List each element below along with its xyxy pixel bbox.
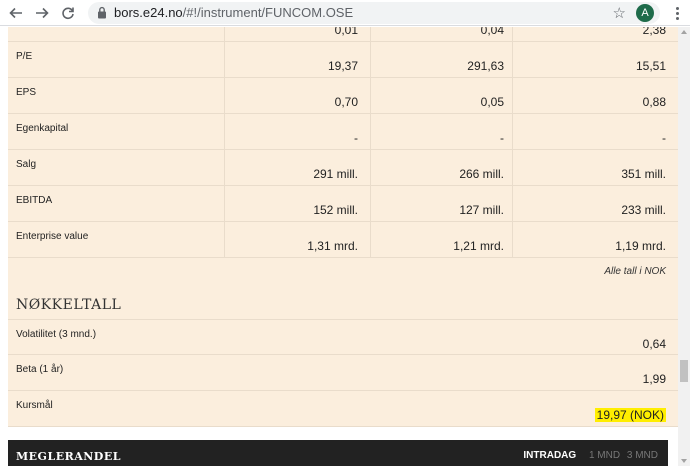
cell-value: 291,63 — [467, 59, 504, 73]
table-row-salg: Salg 291 mill. 266 mill. 351 mill. — [8, 150, 678, 186]
address-bar[interactable]: bors.e24.no/#!/instrument/FUNCOM.OSE ☆ A — [88, 2, 660, 24]
cell-value: 1,99 — [642, 372, 666, 386]
cell-value: 0,05 — [480, 95, 504, 109]
table-row-beta: Beta (1 år) 1,99 — [8, 355, 678, 391]
cell-value: 0,64 — [642, 337, 666, 351]
scroll-down-arrow-icon[interactable] — [681, 459, 687, 463]
tab-intradag[interactable]: INTRADAG — [523, 450, 576, 461]
table-row-enterprise-value: Enterprise value 1,31 mrd. 1,21 mrd. 1,1… — [8, 222, 678, 258]
row-label: Volatilitet (3 mnd.) — [16, 329, 97, 340]
cell-value: 1,31 mrd. — [307, 239, 358, 253]
cell-value: 1,19 mrd. — [615, 239, 666, 253]
cell-value: 19,37 — [327, 59, 358, 73]
meglerandel-header: MEGLERANDEL INTRADAG 1 MND 3 MND — [8, 440, 668, 466]
table-row-pe: P/E 19,37 291,63 15,51 — [8, 42, 678, 78]
row-label: Beta (1 år) — [16, 364, 64, 375]
cell-value: 266 mill. — [459, 167, 504, 181]
table-row-eps: EPS 0,70 0,05 0,88 — [8, 78, 678, 114]
table-row-partial: 0,01 0,04 2,38 — [8, 27, 678, 42]
section-title: NØKKELTALL — [16, 297, 122, 313]
cell-value: 0,88 — [642, 95, 666, 109]
row-label: EBITDA — [16, 195, 53, 206]
url-host: bors.e24.no — [114, 5, 183, 20]
back-arrow-icon[interactable] — [6, 3, 26, 23]
bookmark-star-icon[interactable]: ☆ — [613, 4, 626, 22]
cell-value: 127 mill. — [459, 203, 504, 217]
cell-value: - — [500, 131, 504, 145]
row-label: Enterprise value — [16, 231, 89, 242]
browser-menu-icon[interactable] — [670, 3, 684, 23]
cell-value: 233 mill. — [621, 203, 666, 217]
table-row-egenkapital: Egenkapital - - - — [8, 114, 678, 150]
section-title: MEGLERANDEL — [16, 450, 121, 463]
cell-value: 1,21 mrd. — [453, 239, 504, 253]
cell-value: 0,70 — [334, 95, 358, 109]
tab-3-mnd[interactable]: 3 MND — [627, 450, 658, 461]
highlighted-value: 19,97 (NOK) — [594, 408, 666, 422]
row-label: Salg — [16, 159, 37, 170]
row-label: EPS — [16, 87, 37, 98]
nokkeltall-panel: NØKKELTALL Volatilitet (3 mnd.) 0,64 Bet… — [8, 285, 678, 427]
row-label: P/E — [16, 51, 33, 62]
reload-icon[interactable] — [58, 3, 78, 23]
profile-avatar[interactable]: A — [636, 4, 654, 22]
cell-value: 2,38 — [642, 27, 666, 37]
table-row-kursmal: Kursmål 19,97 (NOK) — [8, 391, 678, 427]
cell-value: - — [354, 131, 358, 145]
cell-value: - — [662, 131, 666, 145]
cell-value: 351 mill. — [621, 167, 666, 181]
page-viewport: 0,01 0,04 2,38 P/E 19,37 291,63 15,51 EP… — [0, 27, 678, 466]
cell-value: 152 mill. — [313, 203, 358, 217]
forward-arrow-icon[interactable] — [32, 3, 52, 23]
cell-value: 19,97 (NOK) — [526, 408, 666, 422]
browser-toolbar: bors.e24.no/#!/instrument/FUNCOM.OSE ☆ A — [0, 0, 690, 26]
cell-value: 291 mill. — [313, 167, 358, 181]
cell-value: 0,01 — [334, 27, 358, 37]
key-figures-panel: 0,01 0,04 2,38 P/E 19,37 291,63 15,51 EP… — [8, 27, 678, 285]
row-label: Egenkapital — [16, 123, 69, 134]
cell-value: 15,51 — [635, 59, 666, 73]
scroll-up-arrow-icon[interactable] — [681, 30, 687, 34]
scroll-thumb[interactable] — [680, 360, 688, 382]
row-label: Kursmål — [16, 400, 53, 411]
period-tabs: INTRADAG 1 MND 3 MND — [519, 450, 658, 461]
currency-note: Alle tall i NOK — [604, 266, 666, 277]
url-path: /#!/instrument/FUNCOM.OSE — [182, 5, 354, 20]
page-scrollbar[interactable] — [678, 27, 690, 466]
table-row-volatilitet: Volatilitet (3 mnd.) 0,64 — [8, 319, 678, 355]
tab-1-mnd[interactable]: 1 MND — [589, 450, 620, 461]
cell-value: 0,04 — [480, 27, 504, 37]
lock-icon[interactable] — [97, 6, 107, 24]
table-row-ebitda: EBITDA 152 mill. 127 mill. 233 mill. — [8, 186, 678, 222]
url-text[interactable]: bors.e24.no/#!/instrument/FUNCOM.OSE — [114, 5, 353, 20]
